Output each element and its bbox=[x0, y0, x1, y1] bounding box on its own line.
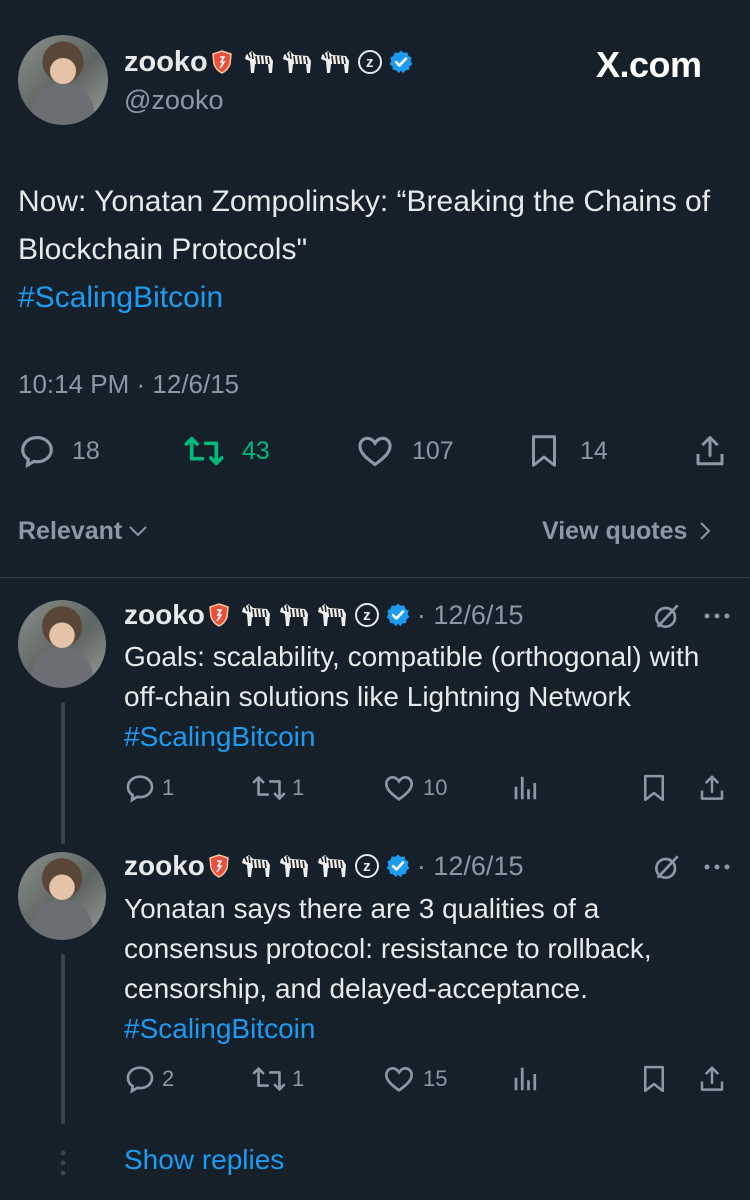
view-quotes-button[interactable]: View quotes bbox=[542, 514, 717, 548]
zebra-emoji-icon bbox=[279, 604, 308, 626]
share-button[interactable] bbox=[692, 432, 728, 470]
zcash-z-icon: z bbox=[357, 50, 382, 74]
profile-avatar[interactable] bbox=[18, 35, 108, 125]
views-analytics-icon[interactable] bbox=[511, 1064, 541, 1094]
heart-icon bbox=[384, 1066, 414, 1092]
reply-count: 18 bbox=[72, 436, 100, 465]
bookmark-count: 14 bbox=[580, 436, 608, 465]
like-button[interactable]: 107 bbox=[356, 432, 454, 470]
retweet-icon bbox=[184, 436, 224, 466]
reply-text-body: Yonatan says there are 3 qualities of a … bbox=[124, 893, 652, 1004]
reply-author-name[interactable]: zooko bbox=[124, 599, 205, 631]
zcash-z-icon: z bbox=[354, 603, 379, 627]
hashtag-link[interactable]: #ScalingBitcoin bbox=[124, 1013, 315, 1044]
thread-connector bbox=[61, 702, 65, 844]
like-button[interactable]: 15 bbox=[383, 1063, 447, 1095]
reply-icon bbox=[126, 775, 154, 803]
zebra-emoji-icon bbox=[241, 604, 270, 626]
reply-text: Yonatan says there are 3 qualities of a … bbox=[124, 889, 734, 1049]
share-icon[interactable] bbox=[697, 772, 727, 804]
reply-button[interactable]: 1 bbox=[124, 772, 174, 804]
like-button[interactable]: 10 bbox=[383, 772, 447, 804]
reply-button[interactable]: 2 bbox=[124, 1063, 174, 1095]
author-handle[interactable]: @zooko bbox=[124, 85, 223, 116]
retweet-button[interactable]: 1 bbox=[252, 1063, 304, 1095]
chevron-down-icon bbox=[129, 526, 147, 537]
zebra-emoji-icon bbox=[317, 604, 346, 626]
author-name[interactable]: zooko bbox=[124, 46, 208, 79]
grok-icon[interactable] bbox=[651, 600, 683, 632]
zebra-emoji-icon bbox=[317, 855, 346, 877]
hashtag-link[interactable]: #ScalingBitcoin bbox=[18, 281, 223, 314]
tweet-timestamp[interactable]: 10:14 PM · 12/6/15 bbox=[18, 369, 239, 400]
shield-emoji-icon bbox=[209, 603, 229, 627]
retweet-icon bbox=[252, 1067, 286, 1091]
verified-badge-icon bbox=[386, 603, 410, 627]
reply-header: zooko z · 12/6/15 bbox=[124, 847, 523, 885]
reply-count: 1 bbox=[162, 775, 175, 800]
bookmark-icon bbox=[532, 435, 556, 467]
shield-emoji-icon bbox=[209, 854, 229, 878]
tweet-text: Now: Yonatan Zompolinsky: “Breaking the … bbox=[18, 178, 718, 322]
zebra-emoji-icon bbox=[241, 855, 270, 877]
reply-avatar[interactable] bbox=[18, 600, 106, 688]
grok-icon[interactable] bbox=[651, 851, 683, 883]
like-count: 107 bbox=[412, 436, 454, 465]
zebra-emoji-icon bbox=[279, 855, 308, 877]
retweet-button[interactable]: 1 bbox=[252, 772, 304, 804]
reply-author-name[interactable]: zooko bbox=[124, 850, 205, 882]
shield-emoji-icon bbox=[211, 50, 232, 74]
reply-icon bbox=[126, 1066, 154, 1094]
verified-badge-icon bbox=[386, 854, 410, 878]
bookmark-icon[interactable] bbox=[639, 1063, 669, 1095]
heart-icon bbox=[384, 775, 414, 801]
like-count: 10 bbox=[423, 775, 448, 800]
relevant-label: Relevant bbox=[18, 516, 123, 545]
reply-count: 2 bbox=[162, 1066, 175, 1091]
author-name-row: zooko z bbox=[124, 44, 414, 80]
x-com-brand: X.com bbox=[596, 44, 702, 85]
more-options-icon[interactable] bbox=[702, 601, 732, 631]
thread-connector bbox=[61, 954, 65, 1124]
more-options-icon[interactable] bbox=[702, 852, 732, 882]
retweet-count: 43 bbox=[242, 436, 270, 465]
chevron-right-icon bbox=[700, 522, 711, 540]
relevant-sort-button[interactable]: Relevant bbox=[18, 514, 150, 548]
verified-badge-icon bbox=[389, 50, 413, 74]
share-icon[interactable] bbox=[697, 1063, 727, 1095]
share-icon bbox=[696, 436, 724, 466]
zebra-emoji-icon bbox=[244, 51, 273, 73]
zcash-z-icon: z bbox=[354, 854, 379, 878]
view-quotes-label: View quotes bbox=[542, 516, 688, 545]
retweet-button[interactable]: 43 bbox=[184, 432, 270, 470]
reply-icon bbox=[21, 435, 53, 469]
zebra-emoji-icon bbox=[320, 51, 349, 73]
bookmark-icon[interactable] bbox=[639, 772, 669, 804]
divider bbox=[0, 577, 750, 578]
retweet-count: 1 bbox=[292, 1066, 305, 1091]
show-replies-link[interactable]: Show replies bbox=[124, 1144, 284, 1176]
views-analytics-icon[interactable] bbox=[511, 773, 541, 803]
like-count: 15 bbox=[423, 1066, 448, 1091]
reply-date[interactable]: · 12/6/15 bbox=[417, 851, 524, 882]
retweet-count: 1 bbox=[292, 775, 305, 800]
reply-text: Goals: scalability, compatible (orthogon… bbox=[124, 637, 734, 757]
reply-button[interactable]: 18 bbox=[18, 432, 100, 470]
hashtag-link[interactable]: #ScalingBitcoin bbox=[124, 721, 315, 752]
heart-icon bbox=[358, 436, 392, 467]
reply-date[interactable]: · 12/6/15 bbox=[417, 600, 524, 631]
reply-avatar[interactable] bbox=[18, 852, 106, 940]
retweet-icon bbox=[252, 776, 286, 800]
thread-dots-icon bbox=[60, 1150, 66, 1176]
zebra-emoji-icon bbox=[282, 51, 311, 73]
tweet-text-body: Now: Yonatan Zompolinsky: “Breaking the … bbox=[18, 185, 711, 266]
reply-text-body: Goals: scalability, compatible (orthogon… bbox=[124, 641, 700, 712]
bookmark-button[interactable]: 14 bbox=[526, 432, 608, 470]
reply-header: zooko z · 12/6/15 bbox=[124, 596, 523, 634]
